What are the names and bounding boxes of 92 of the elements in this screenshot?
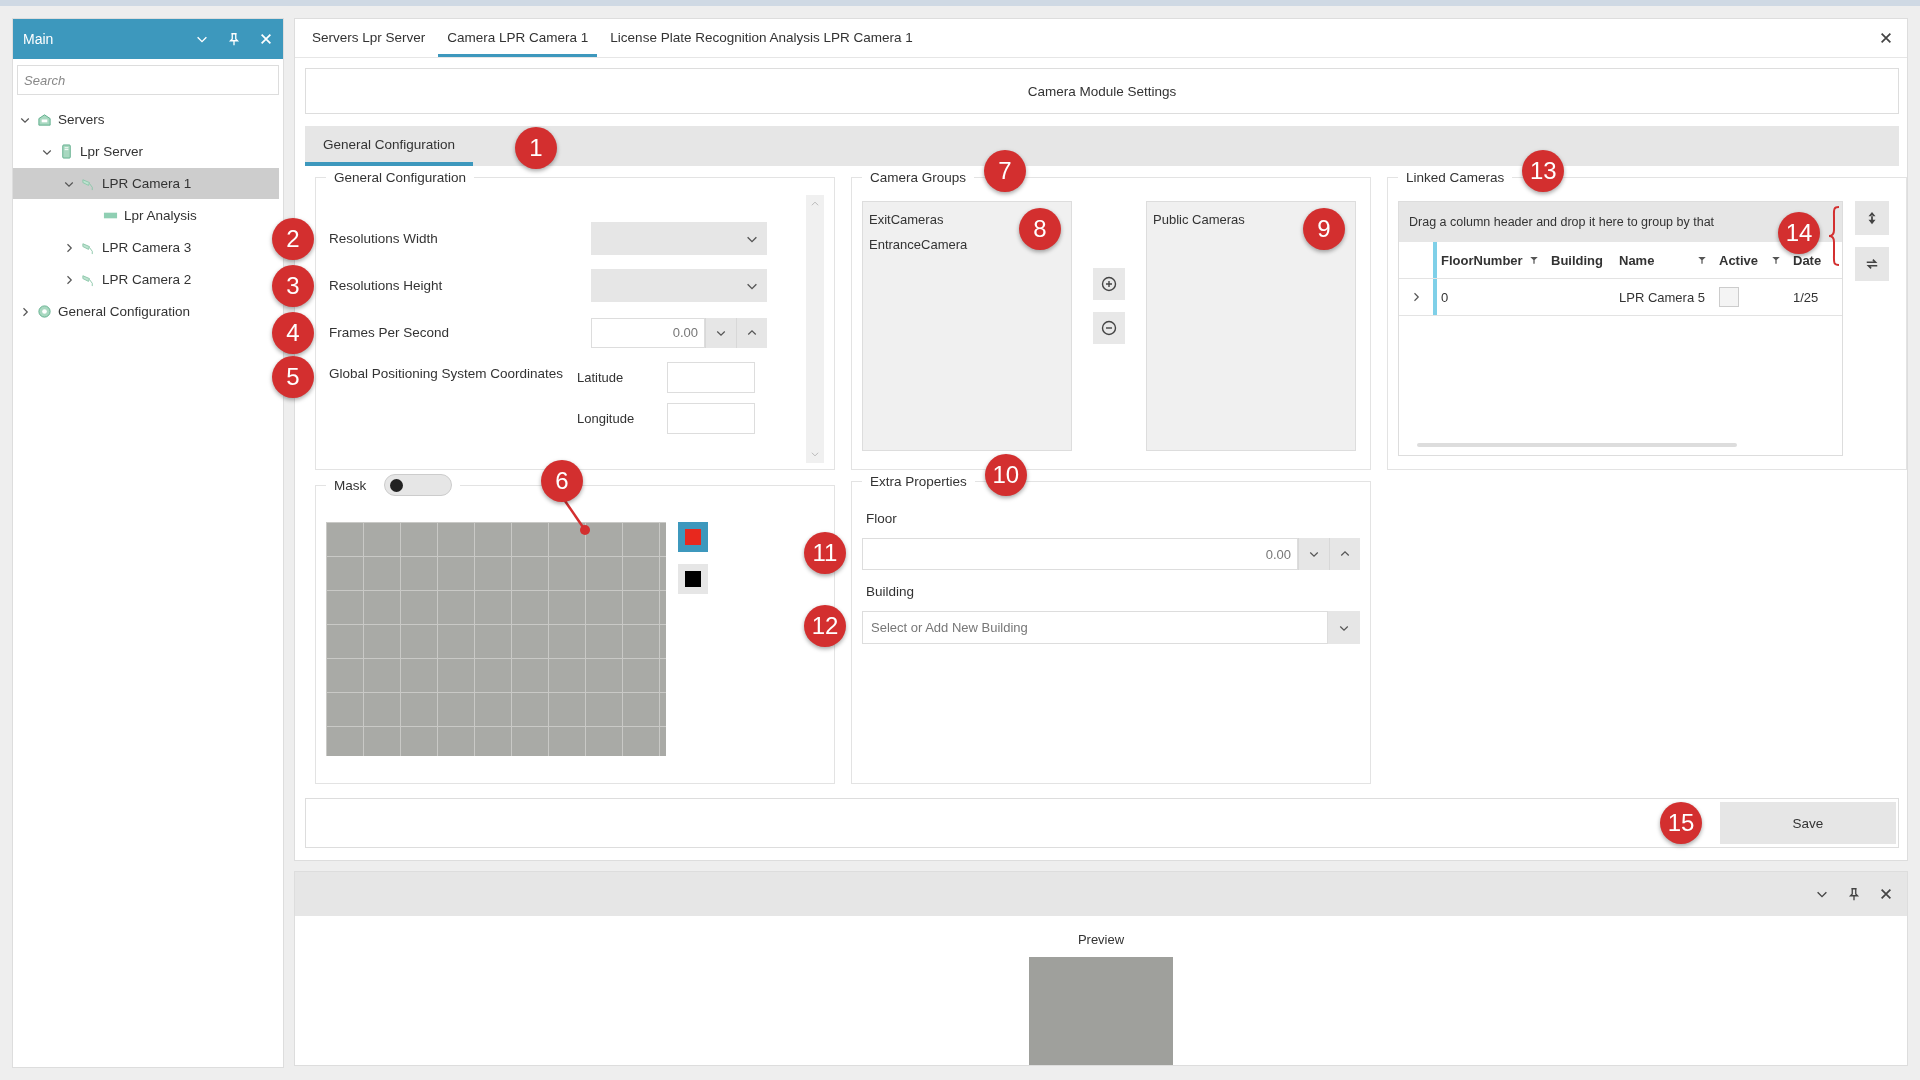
chevron-up-icon (810, 199, 820, 209)
field-label: Resolutions Height (329, 278, 444, 293)
table-cell: 0 (1441, 289, 1449, 305)
tree-item[interactable]: LPR Camera 1 (13, 168, 279, 199)
camera-icon (81, 272, 96, 287)
callout-marker: 7 (984, 150, 1027, 192)
tree-item[interactable]: Lpr Analysis (13, 200, 205, 231)
filter-icon (1771, 255, 1781, 265)
chevron-down-icon (810, 449, 820, 459)
section-title: Mask (334, 477, 367, 493)
column-header[interactable]: Active (1719, 252, 1759, 268)
house-icon (37, 112, 52, 127)
callout-marker: 14 (1778, 212, 1820, 254)
callout-marker: 10 (984, 454, 1027, 496)
field-label: Floor (865, 511, 898, 526)
callout-marker: 13 (1522, 150, 1565, 192)
preview-title: Preview (1077, 932, 1125, 947)
close-icon (1879, 887, 1893, 901)
number-field[interactable]: 0.00 (591, 317, 705, 348)
tree-item[interactable]: LPR Camera 3 (13, 232, 200, 263)
section-title: Extra Properties (870, 474, 967, 489)
tree-item[interactable]: General Configuration (13, 296, 199, 327)
callout-marker: 11 (804, 532, 846, 574)
pin-icon (227, 32, 241, 46)
settings-title: Camera Module Settings (305, 68, 1899, 114)
callout-marker: 15 (1660, 802, 1702, 844)
scroll-bar[interactable] (1417, 443, 1737, 447)
callout-marker: 4 (272, 311, 314, 354)
hint-text: Drag a column header and drop it here to group by that (1409, 215, 1715, 229)
field-label: Building (865, 584, 916, 599)
field-label: Longitude (577, 411, 636, 426)
callout-marker: 5 (272, 356, 314, 398)
tab[interactable]: General Configuration (305, 137, 474, 166)
remove-button[interactable] (1093, 312, 1125, 344)
number-field[interactable]: 0.00 (862, 538, 1298, 570)
panel-title: Main (23, 31, 54, 47)
input-field[interactable] (667, 403, 755, 434)
color-button[interactable] (678, 522, 708, 552)
tree-item[interactable]: Lpr Server (13, 136, 152, 167)
list-item[interactable]: Public Cameras (1153, 208, 1245, 233)
toggle-switch[interactable] (384, 474, 453, 496)
plus-circle-icon (1101, 276, 1117, 292)
document-tab[interactable]: Servers Lpr Server (303, 30, 435, 57)
section-title: Linked Cameras (1406, 170, 1505, 185)
input-field[interactable] (667, 362, 755, 393)
filter-icon (1697, 255, 1707, 265)
gear-icon (37, 304, 52, 319)
color-button[interactable] (678, 564, 708, 594)
close-icon (259, 32, 273, 46)
swap-arrows-icon (1865, 257, 1879, 271)
field-label: Resolutions Width (329, 231, 439, 246)
save-button[interactable]: Save (1720, 802, 1896, 844)
document-tab[interactable]: Camera LPR Camera 1 (438, 30, 598, 57)
field-label: Latitude (577, 370, 625, 385)
pin-icon (1847, 887, 1861, 901)
server-icon (59, 144, 74, 159)
minus-circle-icon (1101, 320, 1117, 336)
list-item[interactable]: ExitCameras (869, 208, 944, 233)
camera-icon (81, 176, 96, 191)
tree-item[interactable]: LPR Camera 2 (13, 264, 200, 295)
increment-button[interactable] (736, 317, 767, 348)
field-label: Frames Per Second (329, 325, 451, 340)
list-item[interactable]: EntranceCamera (869, 233, 968, 258)
scroll-bar[interactable] (806, 195, 824, 463)
decrement-button[interactable] (705, 317, 736, 348)
resize-button[interactable] (1855, 201, 1889, 235)
callout-marker: 2 (272, 217, 314, 260)
close-icon (1879, 31, 1893, 45)
column-header[interactable]: FloorNumber (1441, 252, 1523, 268)
column-header[interactable]: Date (1793, 252, 1822, 268)
checkbox[interactable] (1719, 287, 1739, 307)
callout-marker: 3 (272, 264, 314, 307)
section-title: General Configuration (334, 170, 467, 185)
column-header[interactable]: Building (1551, 252, 1603, 268)
table-cell: LPR Camera 5 (1619, 289, 1705, 305)
callout-marker: 8 (1019, 208, 1061, 250)
document-tab[interactable]: License Plate Recognition Analysis LPR Camera 1 (601, 30, 922, 57)
brace-icon (1828, 206, 1840, 266)
tree-item[interactable]: Servers (13, 104, 113, 135)
search-field[interactable]: Search (17, 65, 279, 95)
section-title: Camera Groups (870, 170, 967, 185)
callout-marker: 6 (541, 460, 583, 502)
callout-marker: 1 (515, 127, 557, 169)
callout-marker: 9 (1303, 208, 1345, 250)
camera-icon (81, 240, 96, 255)
callout-marker: 12 (804, 605, 846, 647)
table-cell: 1/25 (1793, 289, 1819, 305)
swap-button[interactable] (1855, 247, 1889, 281)
filter-icon (1529, 255, 1539, 265)
column-header[interactable]: Name (1619, 252, 1655, 268)
add-button[interactable] (1093, 268, 1125, 300)
combo-box[interactable]: Select or Add New Building (862, 611, 1328, 644)
